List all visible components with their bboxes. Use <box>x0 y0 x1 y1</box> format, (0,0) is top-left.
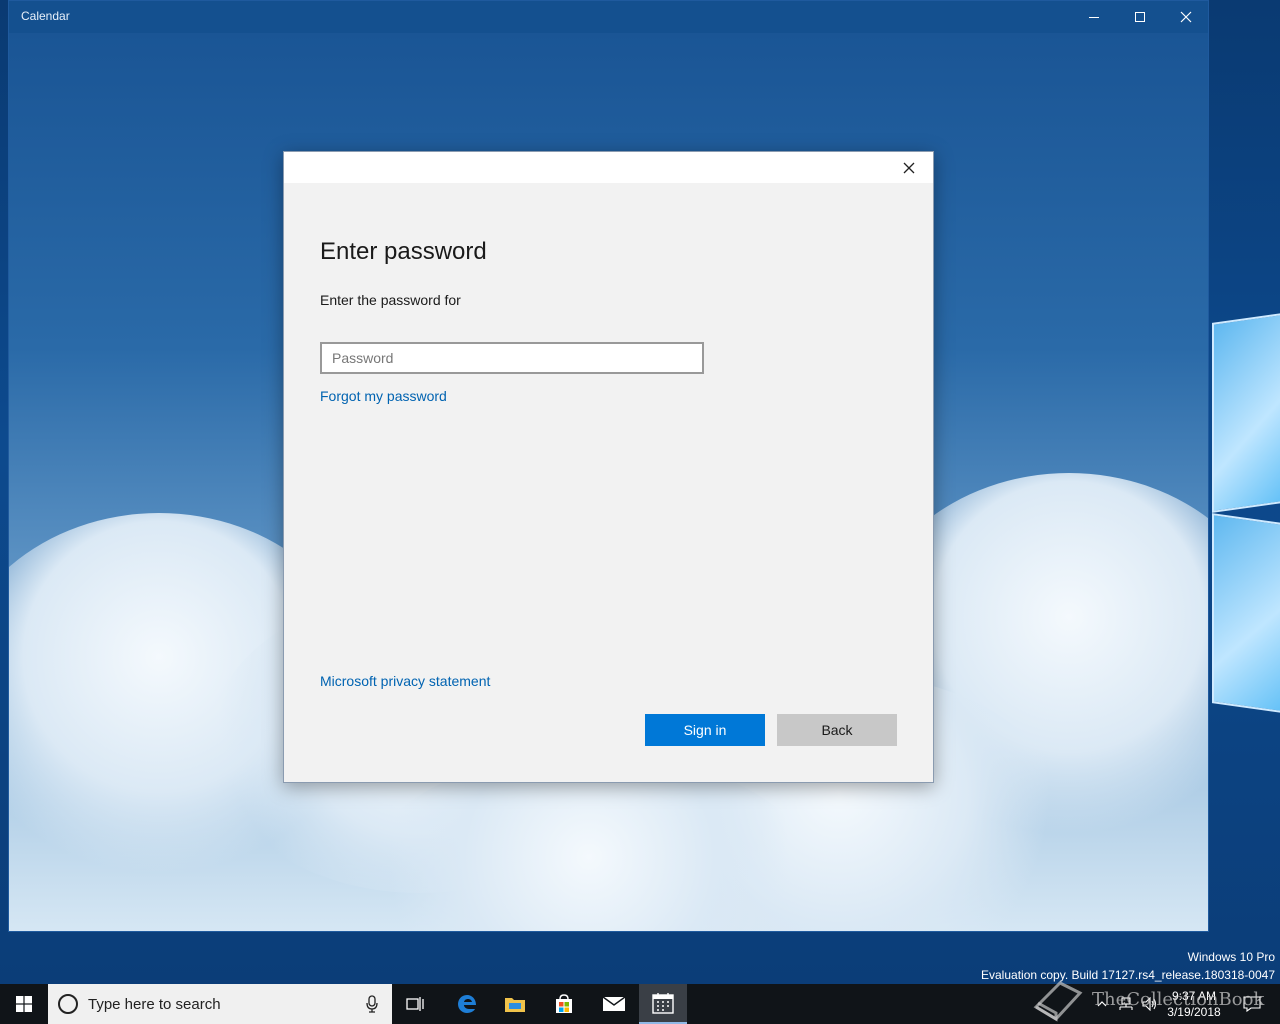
dialog-header <box>284 152 933 183</box>
windows-logo-pane-top <box>1212 313 1280 513</box>
password-input[interactable] <box>320 342 704 374</box>
dialog-subtext: Enter the password for <box>320 292 461 308</box>
windows-edition-text: Windows 10 Pro <box>1187 950 1275 964</box>
minimize-button[interactable] <box>1071 1 1117 33</box>
calendar-icon <box>652 993 674 1014</box>
close-icon <box>903 162 915 174</box>
window-title: Calendar <box>21 9 70 23</box>
windows-start-icon <box>16 996 32 1012</box>
search-placeholder: Type here to search <box>88 995 221 1013</box>
back-button[interactable]: Back <box>777 714 897 746</box>
watermark: TheCollectionBook <box>1030 975 1280 1024</box>
privacy-statement-link[interactable]: Microsoft privacy statement <box>320 673 490 689</box>
window-close-button[interactable] <box>1163 1 1208 33</box>
dialog-close-button[interactable] <box>897 158 921 178</box>
dialog-heading: Enter password <box>320 238 487 265</box>
sign-in-button[interactable]: Sign in <box>645 714 765 746</box>
edge-icon <box>458 995 476 1013</box>
book-watermark-icon <box>1033 981 1083 1022</box>
store-icon <box>556 994 572 1013</box>
forgot-password-link[interactable]: Forgot my password <box>320 388 447 404</box>
microphone-icon[interactable] <box>366 995 378 1013</box>
store-button[interactable] <box>540 984 588 1024</box>
mail-button[interactable] <box>590 984 638 1024</box>
enter-password-dialog: Enter password Enter the password for Fo… <box>283 151 934 783</box>
start-button[interactable] <box>0 984 48 1024</box>
file-explorer-button[interactable] <box>491 984 539 1024</box>
task-view-button[interactable] <box>392 984 440 1024</box>
windows-logo-pane-bottom <box>1212 513 1280 713</box>
task-view-icon <box>406 997 424 1011</box>
edge-button[interactable] <box>443 984 491 1024</box>
mail-icon <box>602 996 626 1011</box>
close-icon <box>1180 11 1192 23</box>
maximize-button[interactable] <box>1117 1 1163 33</box>
file-explorer-icon <box>505 998 525 1012</box>
minimize-icon <box>1089 16 1099 18</box>
title-bar[interactable]: Calendar <box>9 1 1208 33</box>
maximize-icon <box>1135 12 1145 22</box>
calendar-button[interactable] <box>639 984 687 1024</box>
taskbar-search-box[interactable]: Type here to search <box>48 984 392 1024</box>
cortana-icon <box>58 994 78 1014</box>
watermark-text: TheCollectionBook <box>1092 989 1265 1010</box>
